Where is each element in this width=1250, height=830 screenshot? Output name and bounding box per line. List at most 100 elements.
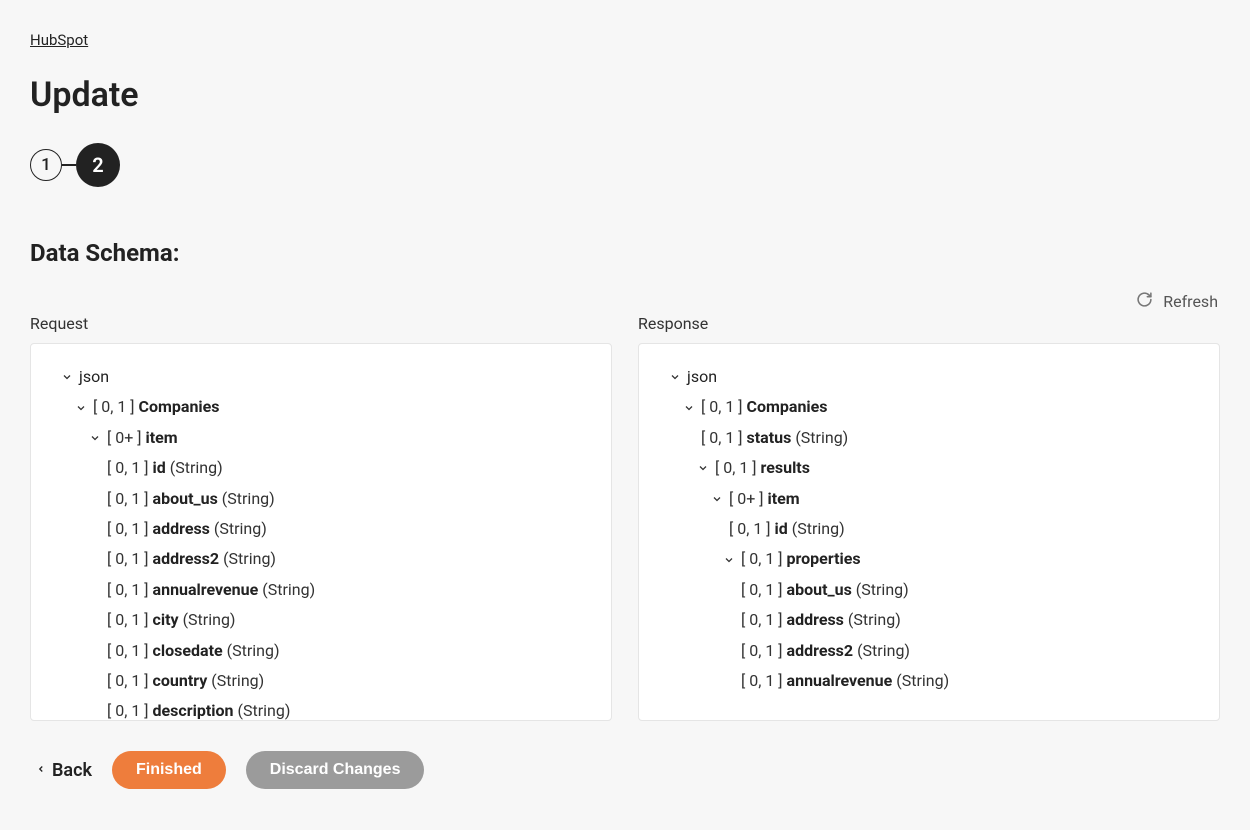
finished-button[interactable]: Finished (112, 751, 226, 789)
tree-node-field[interactable]: [ 0, 1 ] id (String) (649, 514, 1209, 544)
back-button[interactable]: Back (36, 760, 92, 781)
field-name: address (153, 514, 210, 544)
tree-node-companies[interactable]: [ 0, 1 ] Companies (649, 392, 1209, 422)
field-name: city (153, 605, 179, 635)
field-name: address2 (153, 544, 220, 574)
response-label: Response (638, 314, 1220, 333)
breadcrumb-hubspot[interactable]: HubSpot (30, 31, 88, 49)
field-type: (String) (223, 544, 276, 574)
chevron-down-icon (73, 402, 89, 414)
field-type: (String) (792, 514, 845, 544)
chevron-left-icon (36, 760, 46, 781)
field-name: id (775, 514, 788, 544)
response-schema-box[interactable]: json [ 0, 1 ] Companies [ 0, 1 ] status … (638, 343, 1220, 721)
cardinality: [ 0, 1 ] (107, 696, 149, 721)
tree-node-field[interactable]: [ 0, 1 ] annualrevenue (String) (41, 575, 601, 605)
cardinality: [ 0, 1 ] (107, 575, 149, 605)
tree-node-field[interactable]: [ 0, 1 ] country (String) (41, 666, 601, 696)
cardinality: [ 0, 1 ] (741, 544, 783, 574)
field-type: (String) (795, 423, 848, 453)
chevron-down-icon (59, 371, 75, 383)
request-label: Request (30, 314, 612, 333)
stepper: 1 2 (30, 143, 1220, 187)
tree-node-field[interactable]: [ 0, 1 ] address (String) (649, 605, 1209, 635)
refresh-label: Refresh (1163, 292, 1218, 311)
refresh-button[interactable]: Refresh (1136, 291, 1218, 312)
chevron-down-icon (721, 554, 737, 566)
tree-node-properties[interactable]: [ 0, 1 ] properties (649, 544, 1209, 574)
field-name: about_us (153, 484, 218, 514)
cardinality: [ 0, 1 ] (107, 453, 149, 483)
step-2[interactable]: 2 (76, 143, 120, 187)
tree-node-json[interactable]: json (41, 362, 601, 392)
tree-node-results[interactable]: [ 0, 1 ] results (649, 453, 1209, 483)
cardinality: [ 0+ ] (729, 484, 764, 514)
field-name: annualrevenue (153, 575, 259, 605)
tree-node-field[interactable]: [ 0, 1 ] address2 (String) (649, 636, 1209, 666)
tree-node-field[interactable]: [ 0, 1 ] about_us (String) (649, 575, 1209, 605)
tree-label: item (768, 484, 800, 514)
tree-label: Companies (747, 392, 828, 422)
field-type: (String) (848, 605, 901, 635)
field-type: (String) (262, 575, 315, 605)
tree-node-field[interactable]: [ 0, 1 ] annualrevenue (String) (649, 666, 1209, 696)
cardinality: [ 0, 1 ] (107, 544, 149, 574)
step-1[interactable]: 1 (30, 149, 62, 181)
tree-node-field[interactable]: [ 0, 1 ] address (String) (41, 514, 601, 544)
field-name: closedate (153, 636, 223, 666)
tree-label-json: json (687, 362, 717, 392)
tree-node-item[interactable]: [ 0+ ] item (41, 423, 601, 453)
cardinality: [ 0, 1 ] (729, 514, 771, 544)
request-schema-box[interactable]: json [ 0, 1 ] Companies [ 0+ ] item [ 0,… (30, 343, 612, 721)
field-type: (String) (856, 575, 909, 605)
back-label: Back (52, 760, 92, 781)
field-type: (String) (237, 696, 290, 721)
cardinality: [ 0, 1 ] (741, 575, 783, 605)
field-type: (String) (896, 666, 949, 696)
tree-label: results (761, 453, 810, 483)
tree-node-field[interactable]: [ 0, 1 ] id (String) (41, 453, 601, 483)
step-connector (62, 164, 76, 166)
tree-node-field[interactable]: [ 0, 1 ] city (String) (41, 605, 601, 635)
tree-node-field[interactable]: [ 0, 1 ] about_us (String) (41, 484, 601, 514)
response-column: Response json [ 0, 1 ] Companies [ 0, 1 … (638, 314, 1220, 721)
cardinality: [ 0, 1 ] (741, 605, 783, 635)
tree-node-item[interactable]: [ 0+ ] item (649, 484, 1209, 514)
field-name: status (747, 423, 792, 453)
refresh-icon (1136, 291, 1153, 312)
cardinality: [ 0, 1 ] (701, 392, 743, 422)
tree-label: Companies (139, 392, 220, 422)
chevron-down-icon (667, 371, 683, 383)
tree-node-companies[interactable]: [ 0, 1 ] Companies (41, 392, 601, 422)
tree-node-field[interactable]: [ 0, 1 ] address2 (String) (41, 544, 601, 574)
request-column: Request json [ 0, 1 ] Companies [ 0+ ] i… (30, 314, 612, 721)
field-type: (String) (183, 605, 236, 635)
cardinality: [ 0, 1 ] (715, 453, 757, 483)
cardinality: [ 0, 1 ] (107, 605, 149, 635)
field-type: (String) (211, 666, 264, 696)
tree-node-field[interactable]: [ 0, 1 ] description (String) (41, 696, 601, 721)
tree-label-json: json (79, 362, 109, 392)
tree-node-field[interactable]: [ 0, 1 ] closedate (String) (41, 636, 601, 666)
tree-node-status[interactable]: [ 0, 1 ] status (String) (649, 423, 1209, 453)
chevron-down-icon (695, 462, 711, 474)
field-type: (String) (214, 514, 267, 544)
chevron-down-icon (681, 402, 697, 414)
page-title: Update (30, 75, 1220, 115)
field-name: address (787, 605, 844, 635)
field-name: description (153, 696, 234, 721)
field-name: annualrevenue (787, 666, 893, 696)
field-type: (String) (857, 636, 910, 666)
tree-node-json[interactable]: json (649, 362, 1209, 392)
footer: Back Finished Discard Changes (30, 751, 1220, 789)
cardinality: [ 0, 1 ] (741, 636, 783, 666)
cardinality: [ 0, 1 ] (741, 666, 783, 696)
cardinality: [ 0+ ] (107, 423, 142, 453)
tree-label: item (146, 423, 178, 453)
chevron-down-icon (87, 432, 103, 444)
field-name: about_us (787, 575, 852, 605)
field-name: address2 (787, 636, 854, 666)
section-heading: Data Schema: (30, 239, 1220, 267)
discard-button[interactable]: Discard Changes (246, 751, 425, 789)
cardinality: [ 0, 1 ] (107, 666, 149, 696)
